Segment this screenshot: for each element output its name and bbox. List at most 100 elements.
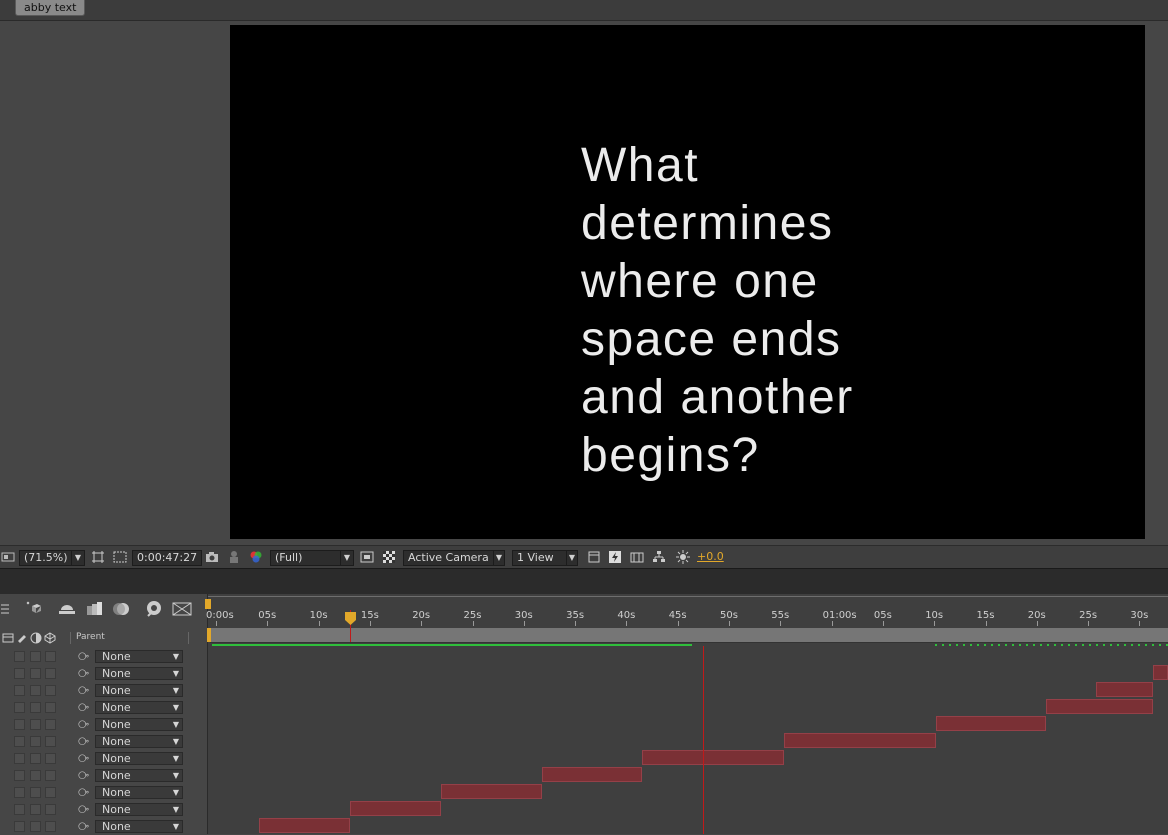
layer-switch[interactable]	[30, 787, 41, 798]
layer-duration-bar[interactable]	[1096, 682, 1153, 697]
layer-duration-bar[interactable]	[936, 716, 1046, 731]
toggle-pixel-aspect-icon[interactable]	[587, 550, 601, 564]
work-area-start-marker[interactable]	[207, 628, 211, 642]
parent-dropdown[interactable]: None ▼	[95, 769, 183, 782]
layer-switch[interactable]	[45, 651, 56, 662]
layer-row[interactable]: ⧂ None ▼	[0, 784, 207, 801]
camera-view-dropdown[interactable]: Active Camera	[403, 550, 501, 566]
parent-dropdown[interactable]: None ▼	[95, 667, 183, 680]
parent-dropdown[interactable]: None ▼	[95, 820, 183, 833]
parent-dropdown[interactable]: None ▼	[95, 786, 183, 799]
layer-switch[interactable]	[14, 770, 25, 781]
layer-switch[interactable]	[30, 821, 41, 832]
layer-switch[interactable]	[14, 736, 25, 747]
composition-canvas[interactable]: What determines where one space ends and…	[230, 25, 1145, 539]
layer-duration-bar[interactable]	[1046, 699, 1153, 714]
chevron-down-icon[interactable]: ▼	[340, 550, 354, 566]
parent-dropdown[interactable]: None ▼	[95, 735, 183, 748]
layer-row[interactable]: ⧂ None ▼	[0, 767, 207, 784]
composition-tab[interactable]: abby text	[15, 0, 86, 16]
layer-switch[interactable]	[45, 804, 56, 815]
snapshot-icon[interactable]	[205, 550, 219, 564]
magnification-dropdown[interactable]: (71.5%)	[19, 550, 77, 566]
layer-switch[interactable]	[14, 804, 25, 815]
layer-switch[interactable]	[45, 685, 56, 696]
parent-dropdown[interactable]: None ▼	[95, 650, 183, 663]
checkerboard-icon[interactable]	[382, 550, 396, 564]
pick-whip-icon[interactable]: ⧂	[78, 786, 89, 799]
canvas-text-layer[interactable]: What determines where one space ends and…	[581, 137, 1001, 485]
current-time-indicator-icon[interactable]	[345, 612, 356, 625]
parent-dropdown[interactable]: None ▼	[95, 718, 183, 731]
timeline-icon[interactable]	[630, 550, 644, 564]
composition-mini-flowchart-icon[interactable]	[24, 600, 42, 616]
exposure-icon[interactable]	[676, 550, 690, 564]
parent-dropdown[interactable]: None ▼	[95, 752, 183, 765]
layer-row[interactable]: ⧂ None ▼	[0, 699, 207, 716]
layer-switch[interactable]	[30, 804, 41, 815]
layer-switch[interactable]	[45, 821, 56, 832]
layer-duration-bar[interactable]	[784, 733, 936, 748]
pick-whip-icon[interactable]: ⧂	[78, 667, 89, 680]
parent-dropdown[interactable]: None ▼	[95, 684, 183, 697]
composition-icon[interactable]	[1, 550, 15, 564]
layer-row[interactable]: ⧂ None ▼	[0, 648, 207, 665]
video-switch-icon[interactable]	[2, 632, 14, 644]
motion-blur-icon[interactable]	[112, 601, 130, 617]
pick-whip-icon[interactable]: ⧂	[78, 735, 89, 748]
view-layout-dropdown[interactable]: 1 View	[512, 550, 572, 566]
layer-switch[interactable]	[30, 770, 41, 781]
layer-row[interactable]: ⧂ None ▼	[0, 665, 207, 682]
parent-dropdown[interactable]: None ▼	[95, 803, 183, 816]
layer-row[interactable]: ⧂ None ▼	[0, 801, 207, 818]
pick-whip-icon[interactable]: ⧂	[78, 803, 89, 816]
layer-switch[interactable]	[30, 668, 41, 679]
layer-switch[interactable]	[30, 702, 41, 713]
layer-switch[interactable]	[45, 736, 56, 747]
layer-switch[interactable]	[14, 787, 25, 798]
chevron-down-icon[interactable]: ▼	[566, 550, 578, 566]
layer-row[interactable]: ⧂ None ▼	[0, 733, 207, 750]
layer-switch[interactable]	[14, 702, 25, 713]
layer-switch[interactable]	[14, 753, 25, 764]
layer-switch[interactable]	[14, 719, 25, 730]
layer-switch[interactable]	[45, 719, 56, 730]
fast-preview-icon[interactable]	[360, 550, 374, 564]
layer-duration-bar[interactable]	[1153, 665, 1168, 680]
draft-3d-icon[interactable]	[172, 602, 192, 616]
layer-duration-bar[interactable]	[259, 818, 350, 833]
layer-switch[interactable]	[30, 719, 41, 730]
layer-switch[interactable]	[30, 753, 41, 764]
layer-switch[interactable]	[30, 685, 41, 696]
chevron-down-icon[interactable]: ▼	[71, 550, 85, 566]
exposure-value[interactable]: +0.0	[697, 550, 724, 564]
work-area-bar[interactable]	[210, 628, 1168, 643]
show-snapshot-icon[interactable]	[227, 550, 241, 564]
layer-switch[interactable]	[30, 736, 41, 747]
layer-switch[interactable]	[45, 668, 56, 679]
layer-row[interactable]: ⧂ None ▼	[0, 716, 207, 733]
pick-whip-icon[interactable]: ⧂	[78, 718, 89, 731]
pick-whip-icon[interactable]: ⧂	[78, 820, 89, 833]
layer-switch[interactable]	[45, 753, 56, 764]
search-layers-icon[interactable]	[0, 602, 12, 616]
layer-duration-bar[interactable]	[441, 784, 542, 799]
layer-duration-bar[interactable]	[542, 767, 642, 782]
shy-icon[interactable]	[58, 602, 76, 616]
audio-switch-icon[interactable]	[16, 632, 28, 644]
layer-switch[interactable]	[30, 651, 41, 662]
layer-switch[interactable]	[14, 651, 25, 662]
pick-whip-icon[interactable]: ⧂	[78, 752, 89, 765]
graph-editor-icon[interactable]	[144, 600, 164, 618]
pick-whip-icon[interactable]: ⧂	[78, 650, 89, 663]
layer-duration-bar[interactable]	[350, 801, 441, 816]
layer-switch[interactable]	[45, 702, 56, 713]
layer-switch[interactable]	[45, 787, 56, 798]
solo-switch-icon[interactable]	[30, 632, 42, 644]
layer-row[interactable]: ⧂ None ▼	[0, 750, 207, 767]
layer-row[interactable]: ⧂ None ▼	[0, 818, 207, 835]
layer-switch[interactable]	[14, 685, 25, 696]
parent-dropdown[interactable]: None ▼	[95, 701, 183, 714]
flowchart-icon[interactable]	[652, 550, 666, 564]
resolution-dropdown[interactable]: (Full)	[270, 550, 342, 566]
